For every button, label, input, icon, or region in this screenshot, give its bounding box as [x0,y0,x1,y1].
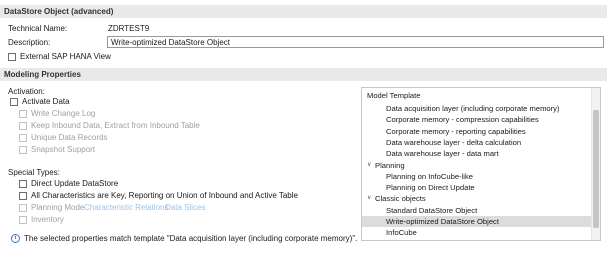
tree-item[interactable]: Corporate memory - reporting capabilitie… [362,126,591,137]
technical-name-label: Technical Name: [8,24,68,33]
info-icon: i [11,234,20,243]
tree-item[interactable]: Planning on Direct Update [362,182,591,193]
write-change-log-checkbox[interactable] [19,110,27,118]
special-types-heading: Special Types: [8,168,60,177]
datastore-section-header: DataStore Object (advanced) [0,5,607,18]
tree-item-label: Corporate memory - compression capabilit… [386,115,539,125]
expand-caret-icon[interactable]: ∨ [367,193,373,204]
model-template-tree[interactable]: Model Template Data acquisition layer (i… [361,87,601,241]
tree-item[interactable]: Data acquisition layer (including corpor… [362,103,591,114]
direct-update-checkbox[interactable] [19,180,27,188]
expand-caret-icon[interactable]: ∨ [367,160,373,171]
planning-mode-label: Planning Mode [31,203,85,212]
model-template-title: Model Template [367,91,421,100]
modeling-section-header: Modeling Properties [0,68,607,81]
characteristic-relations-link[interactable]: Characteristic Relations [84,203,168,212]
tree-item[interactable]: Corporate memory - compression capabilit… [362,114,591,125]
data-slices-link[interactable]: Data Slices [165,203,205,212]
description-field[interactable] [107,36,604,48]
snapshot-support-label: Snapshot Support [31,145,96,154]
all-characteristics-label: All Characteristics are Key, Reporting o… [31,191,298,200]
direct-update-label: Direct Update DataStore [31,179,119,188]
tree-item[interactable]: InfoCube [362,227,591,238]
activate-data-checkbox[interactable] [10,98,18,106]
tree-group-planning[interactable]: ∨ Planning [362,160,591,171]
tree-group-label: Classic objects [375,194,426,204]
tree-item-label: Write-optimized DataStore Object [386,217,499,226]
technical-name-value: ZDRTEST9 [108,24,150,33]
tree-scrollbar-thumb[interactable] [593,110,599,228]
tree-item-label: Planning on InfoCube-like [386,171,473,181]
activation-heading: Activation: [8,87,45,96]
tree-scrollbar[interactable] [591,88,600,240]
tree-item[interactable]: Standard DataStore Object [362,205,591,216]
external-hana-view-checkbox[interactable] [8,53,16,61]
inventory-checkbox[interactable] [19,216,27,224]
unique-records-label: Unique Data Records [31,133,108,142]
tree-group-classic-objects[interactable]: ∨ Classic objects [362,193,591,204]
unique-records-checkbox[interactable] [19,134,27,142]
info-message: The selected properties match template "… [24,234,358,243]
tree-item-label: Data warehouse layer - delta calculation [386,137,522,147]
tree-item-label: Data acquisition layer (including corpor… [386,104,560,113]
tree-item-label: Corporate memory - reporting capabilitie… [386,126,526,136]
description-label: Description: [8,38,51,47]
inventory-label: Inventory [31,215,64,224]
keep-inbound-label: Keep Inbound Data, Extract from Inbound … [31,121,200,130]
tree-item-label: Standard DataStore Object [386,205,478,215]
all-characteristics-checkbox[interactable] [19,192,27,200]
tree-item[interactable]: Data warehouse layer - delta calculation [362,137,591,148]
external-hana-view-label: External SAP HANA View [20,52,111,61]
activate-data-label: Activate Data [22,97,70,106]
tree-item-label: InfoCube [386,228,417,238]
tree-item[interactable]: Planning on InfoCube-like [362,171,591,182]
snapshot-support-checkbox[interactable] [19,146,27,154]
tree-item-label: Planning on Direct Update [386,183,475,193]
tree-item[interactable]: Data warehouse layer - data mart [362,148,591,159]
write-change-log-label: Write Change Log [31,109,96,118]
tree-item[interactable]: Write-optimized DataStore Object [362,216,591,227]
tree-item-label: Data warehouse layer - data mart [386,149,499,159]
planning-mode-checkbox[interactable] [19,204,27,212]
tree-group-label: Planning [375,160,405,170]
keep-inbound-checkbox[interactable] [19,122,27,130]
